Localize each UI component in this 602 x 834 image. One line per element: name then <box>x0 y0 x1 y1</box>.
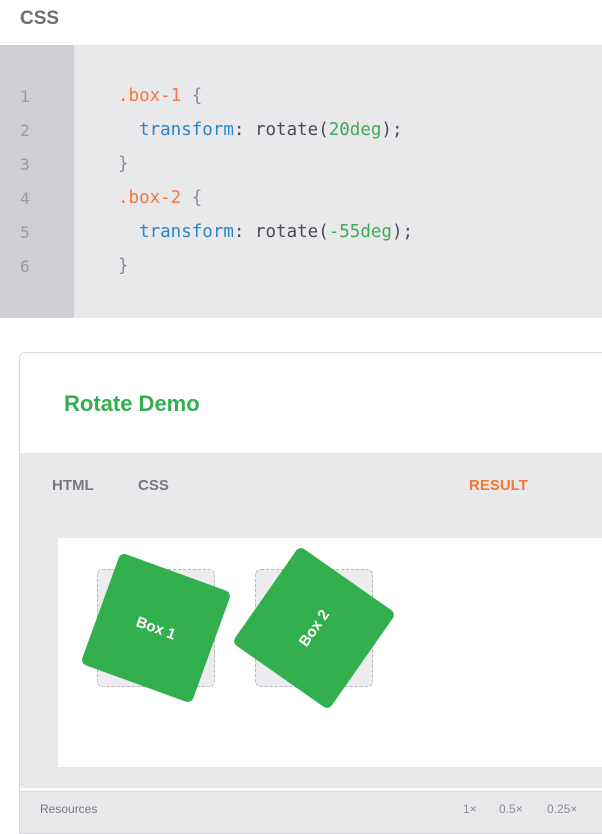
line-number: 6 <box>20 257 30 276</box>
zoom-0.25x-button[interactable]: 0.25× <box>547 802 577 816</box>
code-line: transform: rotate(20deg); <box>118 120 403 140</box>
tab-result[interactable]: RESULT <box>469 477 528 494</box>
code-token: 20deg <box>328 120 382 140</box>
resources-link[interactable]: Resources <box>40 802 97 816</box>
box-1-label: Box 1 <box>133 613 179 643</box>
code-line: .box-1 { <box>118 86 202 106</box>
box-2-label: Box 2 <box>295 606 333 650</box>
line-number: 2 <box>20 121 30 140</box>
zoom-0.5x-button[interactable]: 0.5× <box>499 802 523 816</box>
code-block: 1 2 3 4 5 6 .box-1 { transform: rotate(2… <box>0 45 602 318</box>
line-number: 4 <box>20 189 30 208</box>
line-number-gutter: 1 2 3 4 5 6 <box>0 45 74 318</box>
code-token: .box-1 <box>118 86 182 106</box>
demo-footer: Resources 1× 0.5× 0.25× <box>20 791 602 833</box>
code-token: : rotate( <box>233 120 329 140</box>
code-token: -55deg <box>328 222 392 242</box>
line-number: 3 <box>20 155 30 174</box>
tab-html[interactable]: HTML <box>52 477 94 494</box>
line-number: 5 <box>20 223 30 242</box>
code-line: .box-2 { <box>118 188 202 208</box>
result-pane: Box 1 Box 2 <box>58 538 602 767</box>
code-line: } <box>118 256 129 276</box>
result-wrapper: Box 1 Box 2 <box>20 533 602 788</box>
code-token: ); <box>391 222 414 242</box>
demo-tab-bar: HTML CSS RESULT <box>20 453 602 533</box>
code-line: transform: rotate(-55deg); <box>118 222 413 242</box>
code-token: { <box>181 86 203 106</box>
code-token: .box-2 <box>118 188 182 208</box>
code-line: } <box>118 154 129 174</box>
code-token: transform <box>139 120 234 140</box>
section-label: CSS <box>20 8 60 29</box>
code-token: } <box>118 256 129 276</box>
tab-css[interactable]: CSS <box>138 477 169 494</box>
code-token: } <box>118 154 129 174</box>
demo-embed: Rotate Demo HTML CSS RESULT Box 1 Box 2 … <box>19 352 602 834</box>
code-token: { <box>181 188 203 208</box>
zoom-1x-button[interactable]: 1× <box>463 802 477 816</box>
demo-title[interactable]: Rotate Demo <box>64 391 200 417</box>
line-number: 1 <box>20 87 30 106</box>
code-token: : rotate( <box>233 222 329 242</box>
code-token: ); <box>381 120 403 140</box>
code-token: transform <box>139 222 234 242</box>
